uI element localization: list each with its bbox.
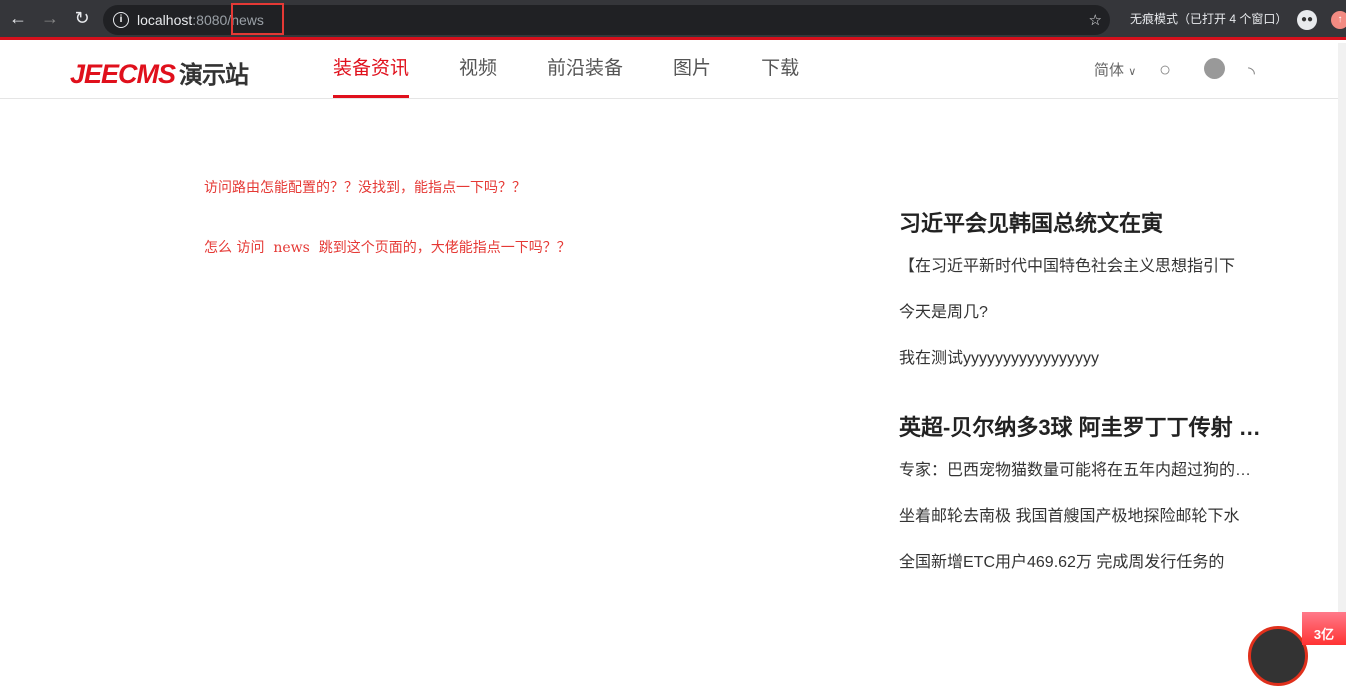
content-text: 怎么 访问 news 跳到这个页面的，大佬能指点一下吗？？ <box>204 240 571 256</box>
language-label: 简体 <box>1094 62 1125 79</box>
highlight-box <box>231 3 284 35</box>
nav-item[interactable]: 前沿装备 <box>547 43 623 98</box>
list-item[interactable]: 今天是周几? <box>899 298 1259 322</box>
scrollbar[interactable] <box>1338 43 1346 645</box>
logo-suffix: 演示站 <box>179 62 249 89</box>
list-item[interactable]: 我在测试yyyyyyyyyyyyyyyyy <box>899 344 1259 368</box>
list-item[interactable]: 专家：巴西宠物猫数量可能将在五年内超过狗的数量 <box>899 456 1259 480</box>
chevron-down-icon: ∨ <box>1128 66 1137 78</box>
forward-button[interactable]: → <box>34 8 66 29</box>
bookmark-star-icon[interactable]: ☆ <box>1089 11 1102 29</box>
nav-item[interactable]: 图片 <box>673 43 711 98</box>
site-logo[interactable]: JEECMS 演示站 <box>70 55 249 90</box>
group-title[interactable]: 习近平会见韩国总统文在寅 <box>899 206 1269 238</box>
sidebar-group: 习近平会见韩国总统文在寅 【在习近平新时代中国特色社会主义思想指引下 今天是周几… <box>899 206 1269 390</box>
info-icon[interactable]: i <box>113 12 129 28</box>
user-icon[interactable] <box>1204 58 1225 79</box>
list-item[interactable]: 全国新增ETC用户469.62万 完成周发行任务的 <box>899 548 1259 572</box>
back-button[interactable]: ← <box>2 8 34 29</box>
list-item[interactable]: 坐着邮轮去南极 我国首艘国产极地探险邮轮下水 <box>899 502 1259 526</box>
reload-button[interactable]: ↻ <box>66 8 98 29</box>
incognito-label: 无痕模式（已打开 4 个窗口） <box>1130 12 1288 26</box>
update-icon[interactable]: ↑ <box>1331 11 1346 29</box>
incognito-icon[interactable]: ●● <box>1297 10 1317 30</box>
nav-item[interactable]: 视频 <box>459 43 497 98</box>
content-text: 访问路由怎能配置的？？没找到，能指点一下吗？？ <box>204 180 526 196</box>
nav-item[interactable]: 下载 <box>761 43 799 98</box>
promo-badge[interactable]: 3亿 <box>1302 612 1346 645</box>
url-host: localhost <box>137 12 193 28</box>
sidebar-group: 英超-贝尔纳多3球 阿圭罗丁丁传射 曼城 专家：巴西宠物猫数量可能将在五年内超过… <box>899 410 1267 594</box>
language-select[interactable]: 简体 ∨ <box>1094 59 1136 80</box>
search-icon[interactable]: ○ <box>1159 59 1171 82</box>
floating-button[interactable] <box>1248 626 1308 686</box>
list-item[interactable]: 【在习近平新时代中国特色社会主义思想指引下 <box>899 252 1259 276</box>
group-title[interactable]: 英超-贝尔纳多3球 阿圭罗丁丁传射 曼城 <box>899 410 1267 442</box>
main-nav: 装备资讯 视频 前沿装备 图片 下载 <box>333 43 849 98</box>
logo-text: JEECMS <box>70 59 176 89</box>
address-bar[interactable]: i localhost:8080/news ☆ <box>103 3 1110 35</box>
browser-toolbar: ← → ↻ i localhost:8080/news ☆ 无痕模式（已打开 4… <box>0 0 1346 40</box>
site-header: JEECMS 演示站 装备资讯 视频 前沿装备 图片 下载 简体 ∨ ○ ◝ <box>0 43 1338 99</box>
nav-item[interactable]: 装备资讯 <box>333 43 410 98</box>
rss-icon[interactable]: ◝ <box>1248 63 1255 84</box>
